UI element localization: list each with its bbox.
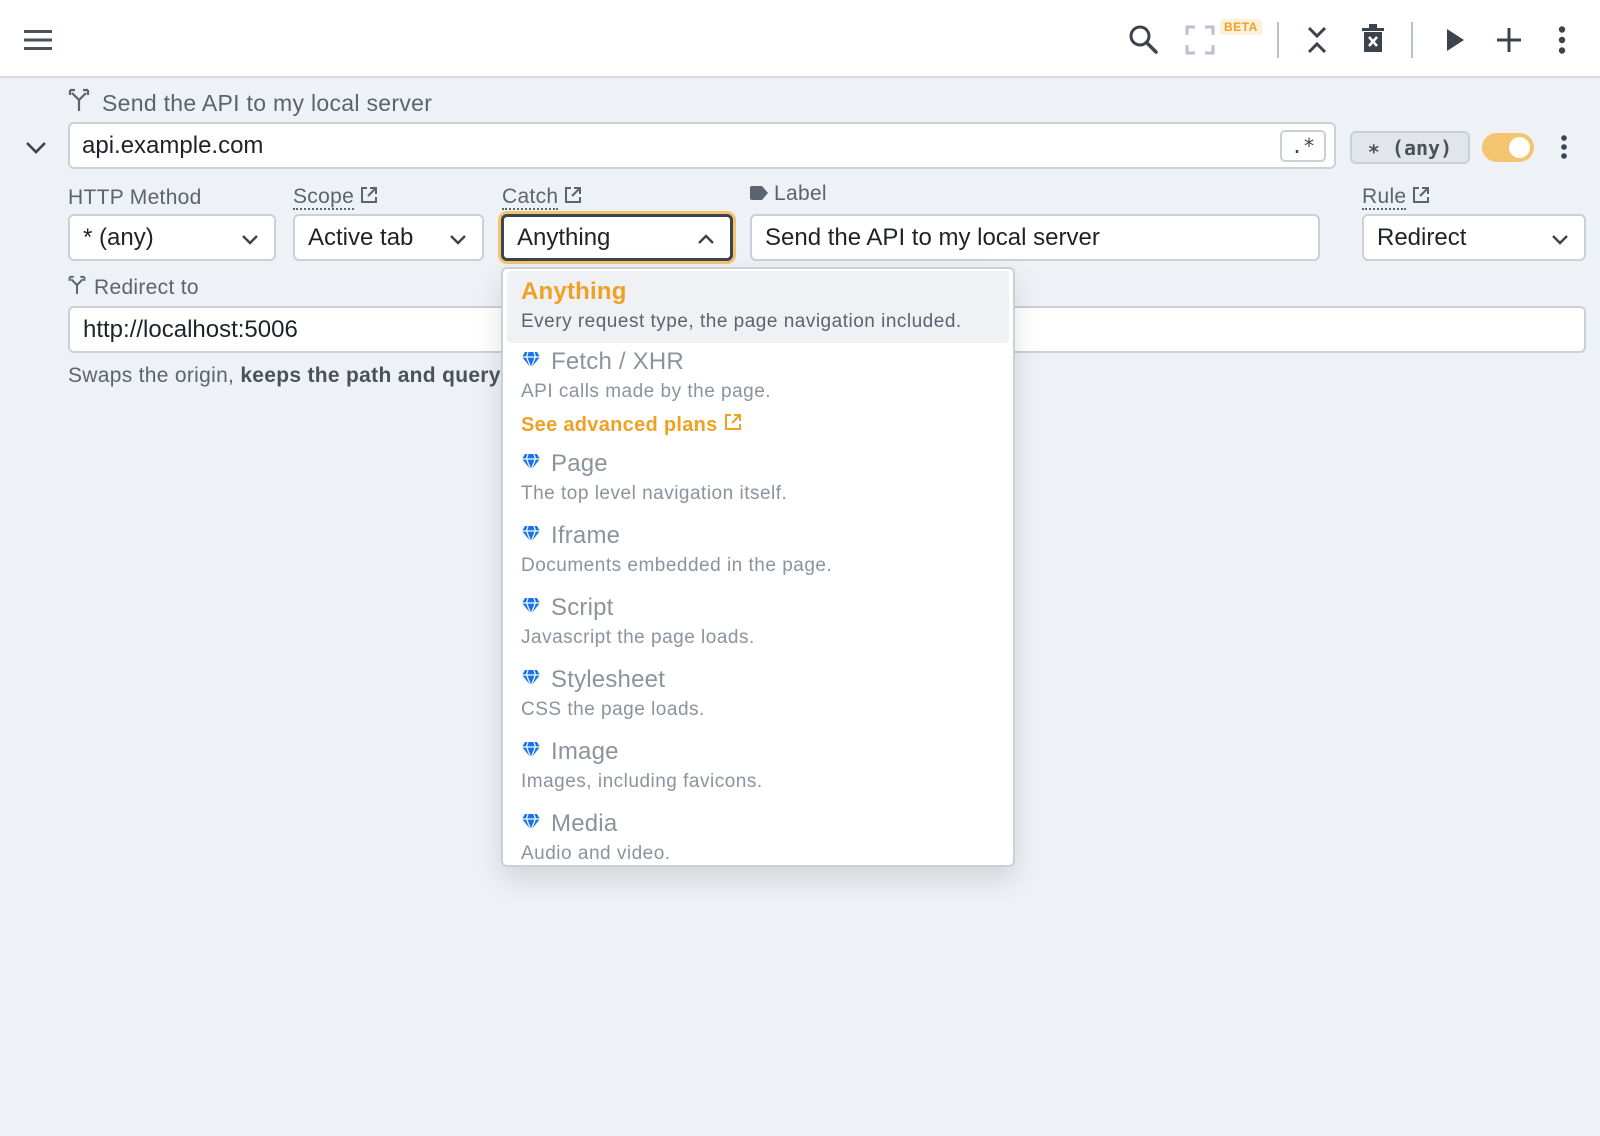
- method-badge[interactable]: ∗ (any): [1350, 131, 1470, 164]
- option-description: Every request type, the page navigation …: [521, 311, 962, 332]
- option-title: Script: [551, 594, 614, 621]
- redirect-fork-icon: [68, 275, 86, 301]
- add-icon[interactable]: [1494, 24, 1524, 56]
- rule-title: Send the API to my local server: [102, 89, 433, 116]
- chevron-down-icon: [448, 228, 468, 256]
- external-link-icon[interactable]: [360, 186, 378, 210]
- rule-more-icon[interactable]: [1552, 131, 1576, 163]
- redirect-url-value: http://localhost:5006: [83, 315, 298, 343]
- label-label: Label: [750, 182, 827, 206]
- diamond-icon: [521, 594, 541, 622]
- option-title: Image: [551, 738, 619, 765]
- diamond-icon: [521, 522, 541, 550]
- external-link-icon: [724, 413, 742, 437]
- scope-label-text: Scope: [293, 185, 355, 210]
- play-icon[interactable]: [1440, 24, 1470, 56]
- chevron-up-icon: [696, 229, 716, 257]
- toolbar-divider: [1277, 22, 1279, 58]
- tag-icon: [750, 182, 768, 206]
- regex-toggle-button[interactable]: .*: [1280, 130, 1326, 162]
- collapse-all-icon[interactable]: [1302, 24, 1332, 56]
- rule-type-select[interactable]: Redirect: [1362, 214, 1586, 261]
- chevron-down-icon: [1550, 228, 1570, 256]
- catch-value: Anything: [517, 223, 611, 251]
- option-title: Fetch / XHR: [551, 348, 684, 375]
- catch-select[interactable]: Anything: [501, 214, 733, 261]
- option-title: Media: [551, 810, 618, 837]
- option-description: Images, including favicons.: [521, 771, 763, 792]
- rule-enabled-toggle[interactable]: [1482, 133, 1534, 162]
- rule-type-label[interactable]: Rule: [1362, 186, 1430, 210]
- fullscreen-icon[interactable]: [1184, 24, 1216, 56]
- catch-option-page[interactable]: Page The top level navigation itself.: [507, 447, 1009, 507]
- menu-icon[interactable]: [22, 24, 54, 56]
- redirect-to-label-text: Redirect to: [94, 276, 199, 299]
- option-title: Iframe: [551, 522, 621, 549]
- url-pattern-value: api.example.com: [82, 131, 264, 159]
- redirect-fork-icon: [68, 88, 90, 118]
- rule-type-value: Redirect: [1377, 223, 1467, 251]
- catch-option-script[interactable]: Script Javascript the page loads.: [507, 591, 1009, 651]
- catch-option-media[interactable]: Media Audio and video.: [507, 807, 1009, 865]
- option-description: Documents embedded in the page.: [521, 555, 833, 576]
- diamond-icon: [521, 738, 541, 766]
- rule-title-row: Send the API to my local server: [68, 88, 432, 118]
- label-input-value: Send the API to my local server: [765, 223, 1100, 251]
- diamond-icon: [521, 810, 541, 838]
- redirect-to-label: Redirect to: [68, 275, 199, 301]
- http-method-label: HTTP Method: [68, 186, 202, 210]
- http-method-select[interactable]: * (any): [68, 214, 276, 261]
- option-description: Audio and video.: [521, 843, 671, 864]
- scope-select[interactable]: Active tab: [293, 214, 484, 261]
- redirect-hint-prefix: Swaps the origin,: [68, 364, 241, 387]
- top-toolbar: BETA: [0, 0, 1600, 78]
- scope-label[interactable]: Scope: [293, 186, 378, 210]
- catch-label-text: Catch: [502, 185, 559, 210]
- more-vert-icon[interactable]: [1550, 24, 1574, 56]
- toggle-knob: [1509, 137, 1530, 158]
- collapse-rule-chevron-icon[interactable]: [20, 132, 52, 164]
- beta-badge: BETA: [1220, 19, 1262, 35]
- see-advanced-plans-link[interactable]: See advanced plans: [521, 413, 742, 437]
- external-link-icon[interactable]: [564, 186, 582, 210]
- option-title: Stylesheet: [551, 666, 666, 693]
- catch-option-stylesheet[interactable]: Stylesheet CSS the page loads.: [507, 663, 1009, 723]
- catch-option-image[interactable]: Image Images, including favicons.: [507, 735, 1009, 795]
- diamond-icon: [521, 450, 541, 478]
- option-title: Page: [551, 450, 608, 477]
- label-input[interactable]: Send the API to my local server: [750, 214, 1320, 261]
- search-icon[interactable]: [1126, 22, 1160, 56]
- catch-label[interactable]: Catch: [502, 186, 582, 210]
- see-plans-label: See advanced plans: [521, 413, 718, 436]
- option-description: Javascript the page loads.: [521, 627, 755, 648]
- catch-option-iframe[interactable]: Iframe Documents embedded in the page.: [507, 519, 1009, 579]
- catch-option-fetch-xhr[interactable]: Fetch / XHR API calls made by the page.: [507, 345, 1009, 405]
- catch-dropdown-menu: Anything Every request type, the page na…: [501, 267, 1015, 867]
- diamond-icon: [521, 666, 541, 694]
- url-pattern-input[interactable]: api.example.com .*: [68, 122, 1336, 169]
- delete-all-icon[interactable]: [1358, 22, 1388, 56]
- label-label-text: Label: [774, 182, 827, 205]
- option-description: CSS the page loads.: [521, 699, 705, 720]
- rule-label-text: Rule: [1362, 185, 1407, 210]
- redirect-hint-bold: keeps the path and query: [240, 364, 501, 387]
- toolbar-divider: [1411, 22, 1413, 58]
- http-method-value: * (any): [83, 223, 154, 251]
- external-link-icon[interactable]: [1412, 186, 1430, 210]
- diamond-icon: [521, 348, 541, 376]
- option-title: Anything: [521, 278, 627, 305]
- http-method-label-text: HTTP Method: [68, 186, 202, 209]
- chevron-down-icon: [240, 228, 260, 256]
- option-description: The top level navigation itself.: [521, 483, 788, 504]
- catch-option-anything[interactable]: Anything Every request type, the page na…: [507, 271, 1009, 343]
- option-description: API calls made by the page.: [521, 381, 772, 402]
- scope-value: Active tab: [308, 223, 414, 251]
- redirect-hint: Swaps the origin, keeps the path and que…: [68, 364, 501, 388]
